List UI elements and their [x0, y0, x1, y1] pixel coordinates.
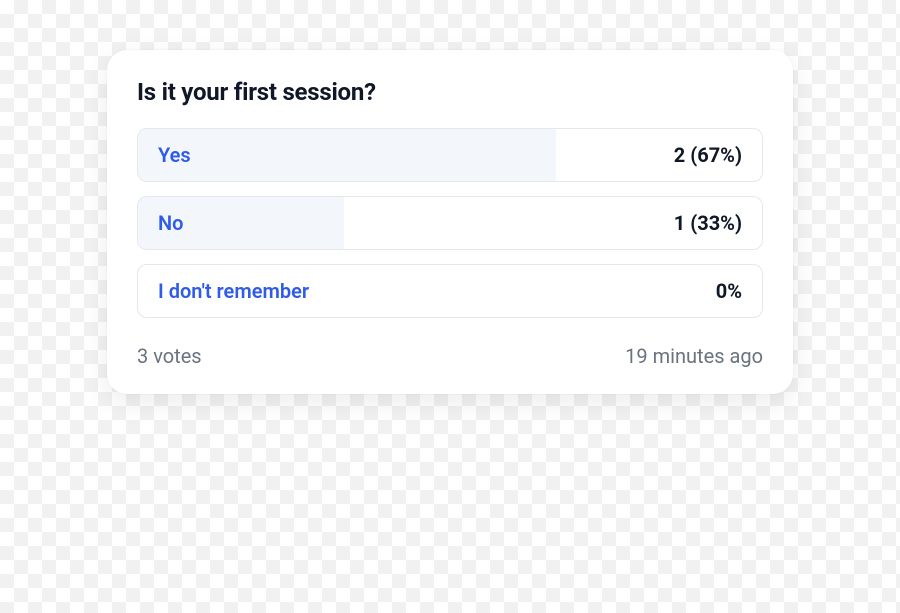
poll-option-result: 1 (33%): [674, 211, 742, 235]
poll-option-dont-remember[interactable]: I don't remember 0%: [137, 264, 763, 318]
poll-option-result: 0%: [716, 279, 742, 303]
poll-timestamp: 19 minutes ago: [625, 344, 763, 368]
poll-option-yes[interactable]: Yes 2 (67%): [137, 128, 763, 182]
poll-option-content: I don't remember 0%: [138, 265, 762, 317]
poll-footer: 3 votes 19 minutes ago: [137, 344, 763, 368]
poll-option-result: 2 (67%): [674, 143, 742, 167]
poll-question: Is it your first session?: [137, 78, 763, 106]
poll-card: Is it your first session? Yes 2 (67%) No…: [107, 50, 793, 394]
poll-option-content: Yes 2 (67%): [138, 129, 762, 181]
poll-option-label: No: [158, 211, 183, 235]
poll-option-label: I don't remember: [158, 279, 309, 303]
poll-votes-count: 3 votes: [137, 344, 202, 368]
poll-option-content: No 1 (33%): [138, 197, 762, 249]
poll-option-no[interactable]: No 1 (33%): [137, 196, 763, 250]
poll-option-label: Yes: [158, 143, 191, 167]
poll-options-list: Yes 2 (67%) No 1 (33%) I don't remember …: [137, 128, 763, 318]
